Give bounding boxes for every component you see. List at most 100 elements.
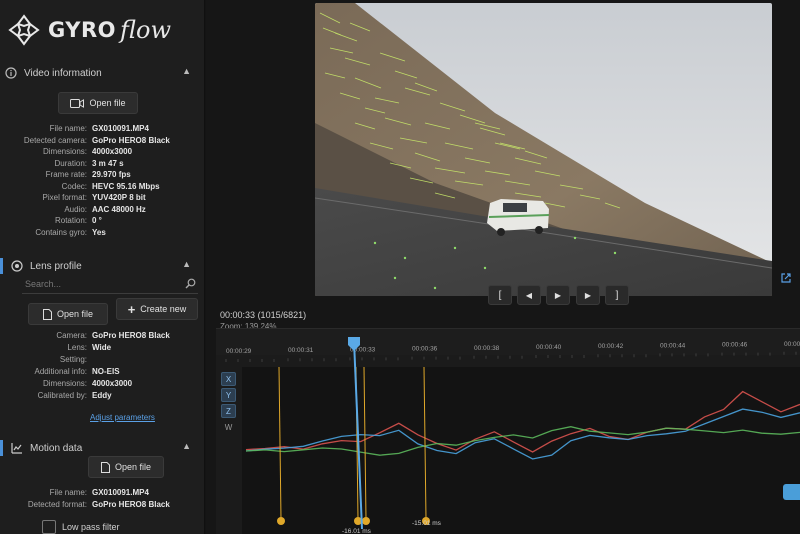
info-value: 29.970 fps [92,170,131,179]
video-camera-icon [70,98,85,108]
info-label: Lens: [67,343,87,352]
step-back-button[interactable]: ◀ [517,285,541,305]
info-row: Codec: HEVC 95.16 Mbps [0,181,205,192]
motion-open-file-label: Open file [114,462,152,472]
sync-marker-handle[interactable] [277,517,285,525]
info-value: 4000x3000 [92,147,133,156]
info-label: Detected camera: [23,135,87,145]
info-value: NO-EIS [92,367,120,376]
time-tick-label: 00:00:29 [226,348,252,355]
step-forward-icon: ▶ [584,290,592,300]
lens-search-placeholder: Search... [25,279,62,289]
time-tick-label: 00:00:38 [474,345,500,352]
time-tick-label: 00:00:44 [660,342,686,349]
axis-y-toggle[interactable]: Y [221,388,236,402]
info-row: Detected camera: GoPro HERO8 Black [0,135,205,146]
info-value: Eddy [92,391,112,400]
low-pass-checkbox[interactable] [42,520,56,534]
video-info-header[interactable]: Video information ▲ [0,63,205,83]
info-row: Rotation: 0 ° [0,215,205,226]
chart-icon [10,441,24,455]
lens-search-input[interactable]: Search... [22,276,198,294]
info-row: Detected format: GoPro HERO8 Black [0,499,205,510]
go-to-start-label: [ [498,289,502,301]
info-label: Dimensions: [42,147,87,156]
info-row: Duration: 3 m 47 s [0,158,205,169]
go-to-end-button[interactable]: ] [605,285,629,305]
axis-w-toggle[interactable]: W [221,420,236,434]
info-row: File name: GX010091.MP4 [0,123,205,134]
gyro-chart[interactable]: 00:00:29 00:00:31 00:00:33 00:00:36 00:00:38… [216,329,800,534]
timeline-side-button[interactable] [783,484,800,500]
info-row: File name: GX010091.MP4 [0,487,205,498]
motion-open-file-button[interactable]: Open file [88,456,164,478]
info-row: Setting: [0,354,205,365]
lens-profile-title: Lens profile [30,260,82,272]
marker-offset-label: -15.01 ms [412,520,442,527]
info-value: AAC 48000 Hz [92,204,146,214]
info-label: Contains gyro: [35,227,87,237]
info-row: Pixel format: YUV420P 8 bit [0,192,205,203]
info-label: Dimensions: [42,379,87,388]
collapse-chevron-icon[interactable]: ▲ [182,66,191,76]
collapse-chevron-icon[interactable]: ▲ [182,259,191,269]
external-link-icon[interactable] [780,272,792,284]
video-frame [315,3,772,296]
gyroflow-logo-icon [8,14,40,46]
go-to-start-button[interactable]: [ [488,285,512,305]
plus-icon: + [127,301,136,317]
axis-y-label: Y [225,390,232,400]
sync-marker-handle[interactable] [362,517,370,525]
info-label: Duration: [54,158,87,168]
marker-offset-label: -16.01 ms [342,528,372,534]
lens-open-file-button[interactable]: Open file [28,303,108,325]
info-value: 3 m 47 s [92,158,124,168]
info-row: Dimensions: 4000x3000 [0,378,205,389]
lens-profile-header[interactable]: Lens profile ▲ [0,256,205,276]
time-tick-label: 00:00:46 [722,342,748,349]
info-value: YUV420P 8 bit [92,193,146,202]
info-label: Frame rate: [45,170,87,179]
step-forward-button[interactable]: ▶ [576,285,600,305]
video-open-file-label: Open file [89,98,126,108]
current-time: 00:00:33 [220,310,256,320]
info-label: Setting: [59,355,87,364]
info-value: HEVC 95.16 Mbps [92,181,160,191]
timeline-panel[interactable]: 00:00:29 00:00:31 00:00:33 00:00:36 00:00:38… [216,328,800,534]
app-logo: GYRO flow [6,10,171,50]
info-row: Lens: Wide [0,342,205,353]
info-label: Additional info: [34,367,87,376]
axis-w-label: W [224,422,233,432]
info-value: Yes [92,227,106,237]
info-row: Calibrated by: Eddy [0,390,205,401]
info-label: Rotation: [54,216,87,225]
motion-data-header[interactable]: Motion data ▲ [0,438,205,458]
create-new-button[interactable]: + Create new [116,298,198,320]
info-row: Audio: AAC 48000 Hz [0,204,205,215]
file-icon [42,308,52,320]
search-icon [185,278,196,289]
axis-z-toggle[interactable]: Z [221,404,236,418]
motion-data-title: Motion data [30,442,83,454]
info-row: Contains gyro: Yes [0,227,205,238]
info-label: Pixel format: [42,193,87,202]
go-to-end-label: ] [615,289,619,301]
play-button[interactable]: ▶ [546,285,570,305]
info-icon [4,66,18,80]
lens-open-file-label: Open file [56,309,94,319]
collapse-chevron-icon[interactable]: ▲ [182,441,191,451]
info-label: Calibrated by: [37,391,87,400]
create-new-label: Create new [140,304,187,314]
adjust-parameters-link[interactable]: Adjust parameters [90,413,155,422]
video-open-file-button[interactable]: Open file [58,92,138,114]
logo-text-flow: flow [120,16,172,44]
time-tick-label: 00:00:31 [288,347,314,354]
video-preview[interactable] [315,3,772,296]
info-row: Dimensions: 4000x3000 [0,146,205,157]
info-value: Wide [92,343,112,352]
info-row: Frame rate: 29.970 fps [0,169,205,180]
file-icon [100,461,110,473]
time-tick-label: 00:00:36 [412,346,438,353]
axis-x-toggle[interactable]: X [221,372,236,386]
info-value: GoPro HERO8 Black [92,135,170,145]
